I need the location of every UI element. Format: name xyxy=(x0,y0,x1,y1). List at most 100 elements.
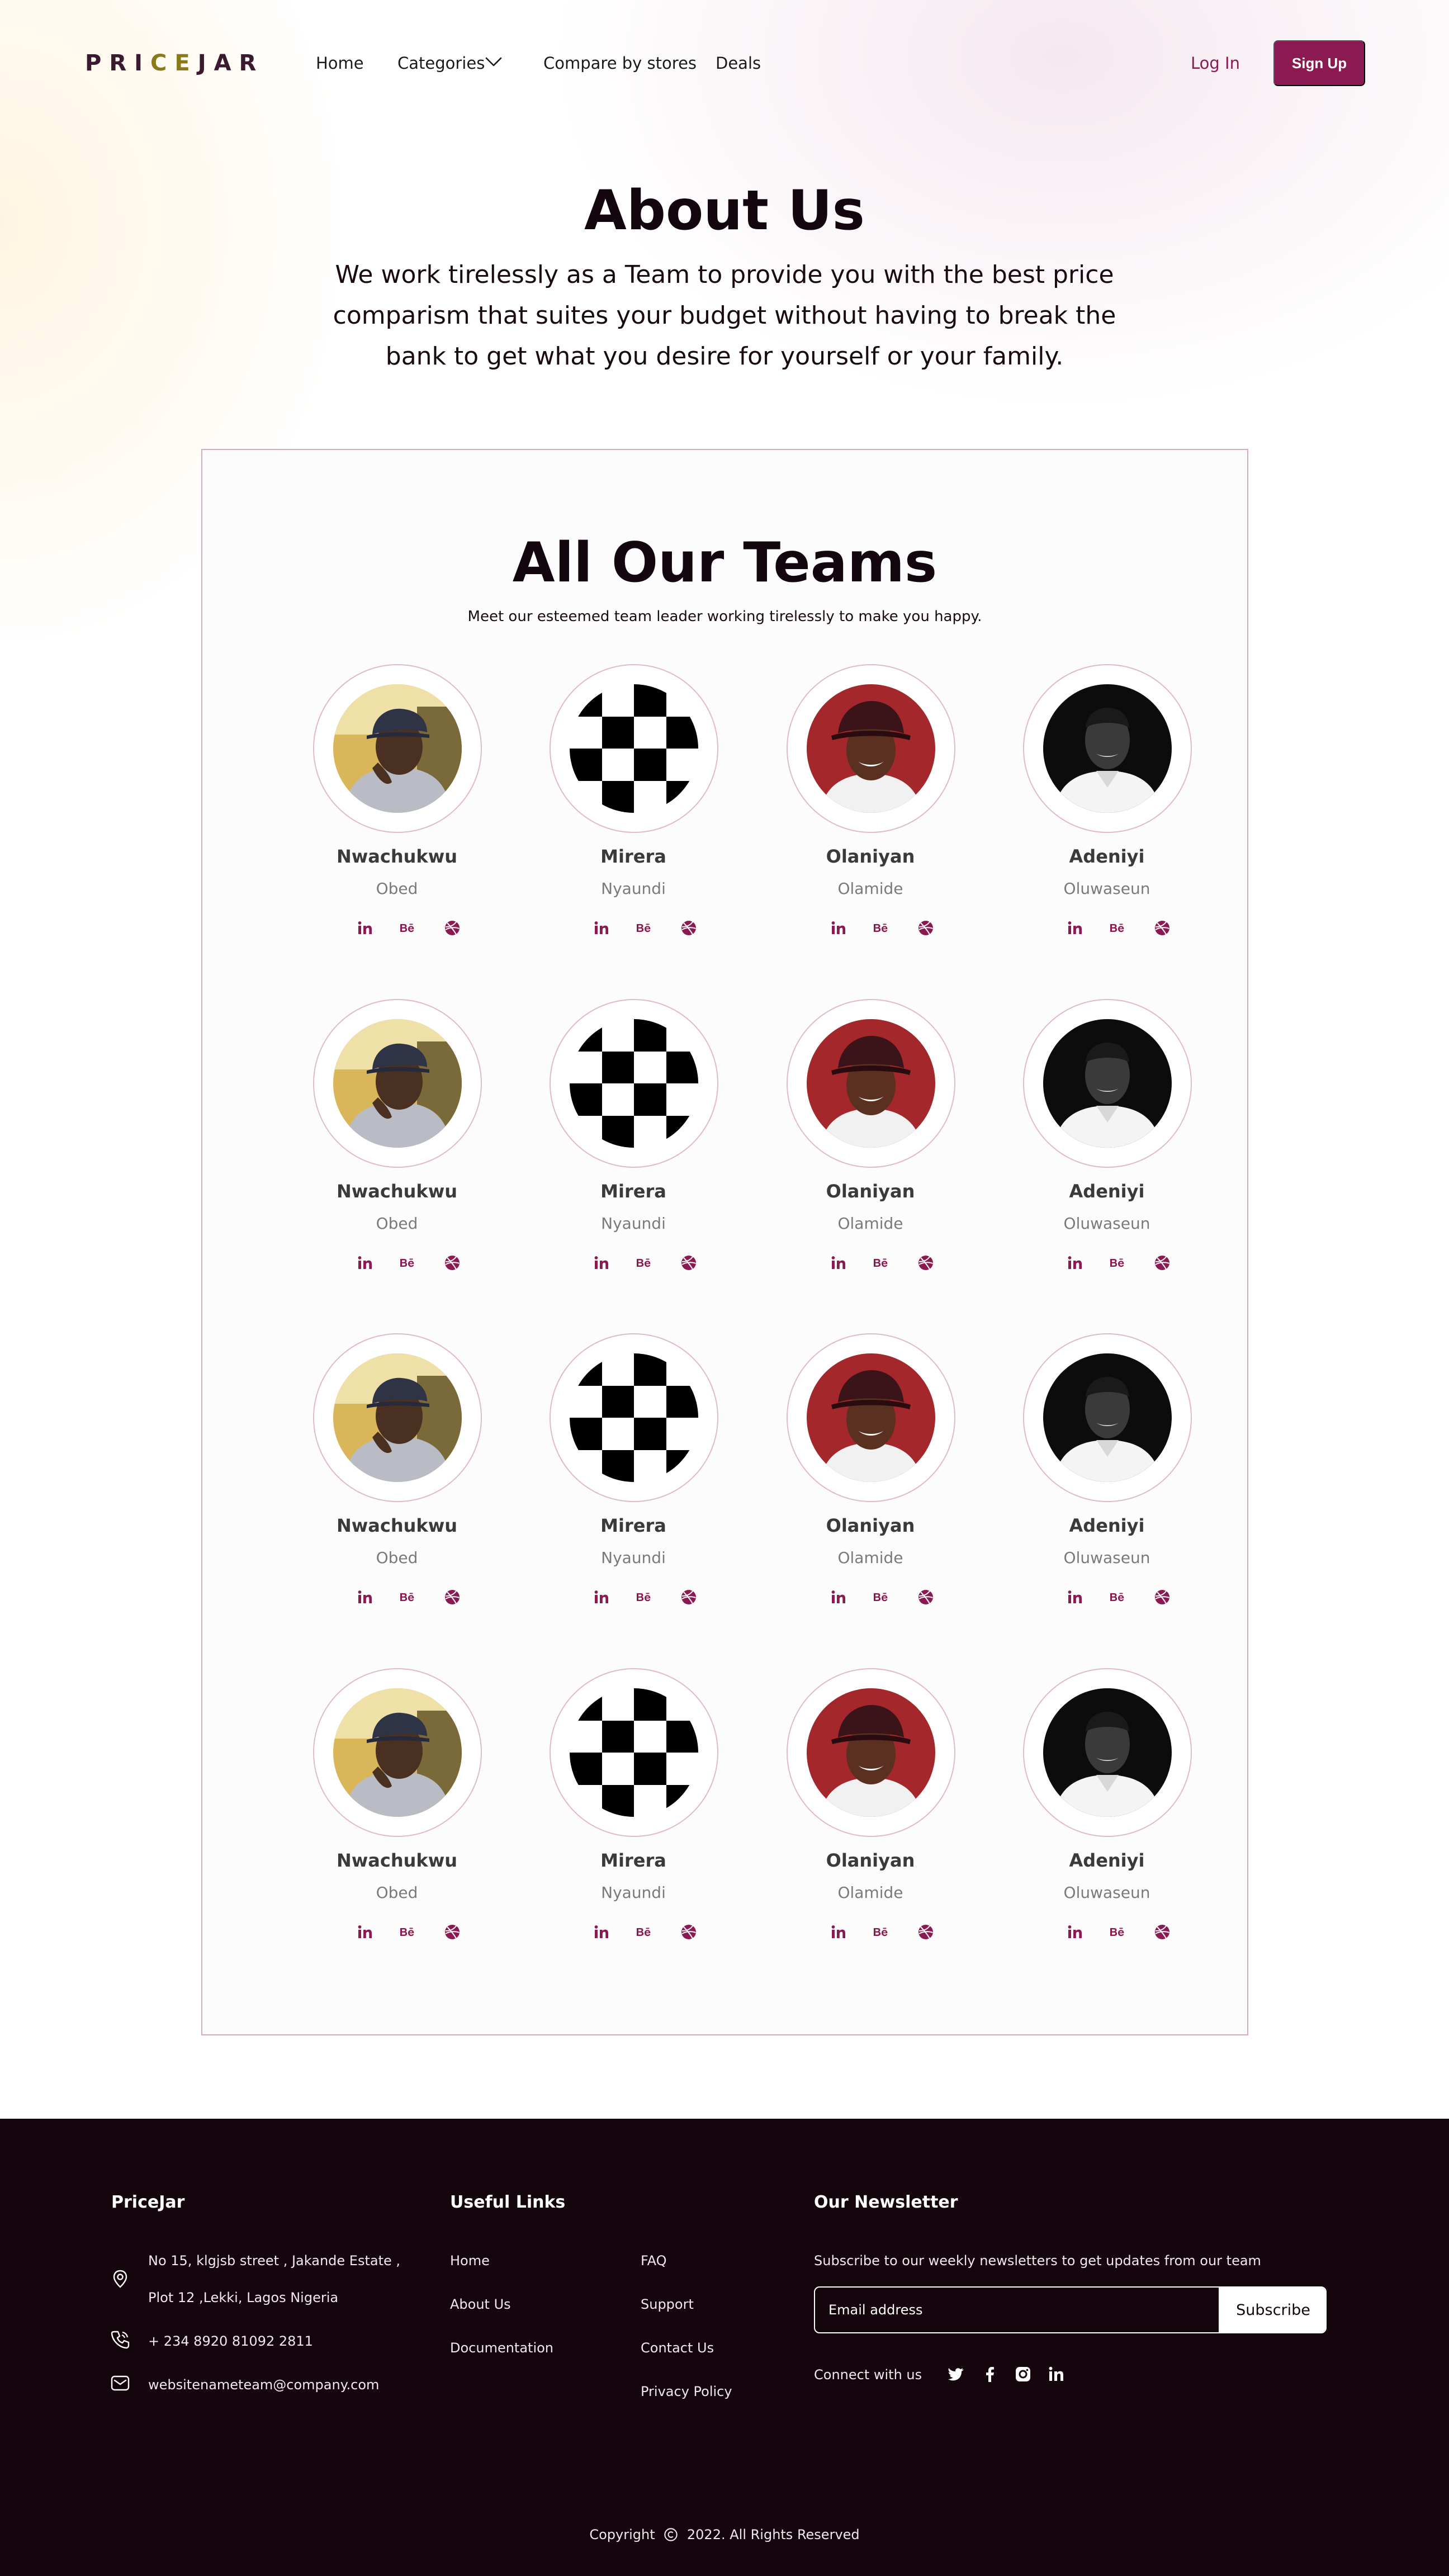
linkedin-icon[interactable] xyxy=(1066,918,1085,937)
footer-brand[interactable]: PriceJar xyxy=(111,2193,184,2212)
copyright-label: Copyright xyxy=(589,2527,655,2542)
team-member-last-name: Olamide xyxy=(837,879,903,898)
linkedin-icon[interactable] xyxy=(592,918,611,937)
signup-button[interactable]: Sign Up xyxy=(1273,40,1365,86)
dribbble-icon[interactable] xyxy=(1153,1588,1172,1607)
team-member-first-name: Mirera xyxy=(600,1850,666,1871)
behance-icon[interactable] xyxy=(872,1922,891,1942)
linkedin-icon[interactable] xyxy=(829,1922,848,1942)
linkedin-icon[interactable] xyxy=(592,1253,611,1272)
behance-icon[interactable] xyxy=(635,918,654,937)
dribbble-icon[interactable] xyxy=(679,1588,698,1607)
dribbble-icon[interactable] xyxy=(916,1588,935,1607)
linkedin-icon[interactable] xyxy=(1066,1588,1085,1607)
footer-email[interactable]: websitenameteam@company.com xyxy=(148,2377,379,2393)
dribbble-icon[interactable] xyxy=(443,1588,462,1607)
instagram-icon[interactable] xyxy=(1014,2365,1033,2384)
behance-icon[interactable] xyxy=(635,1588,654,1607)
behance-icon[interactable] xyxy=(872,1253,891,1272)
facebook-icon[interactable] xyxy=(981,2365,1000,2384)
footer-link-faq[interactable]: FAQ xyxy=(641,2253,667,2269)
nav-compare-by-stores-link[interactable]: Compare by stores xyxy=(543,54,697,73)
dribbble-icon[interactable] xyxy=(443,918,462,937)
phone-icon xyxy=(110,2329,131,2350)
photo-hat xyxy=(807,1353,935,1482)
linkedin-icon[interactable] xyxy=(1066,1922,1085,1942)
subscribe-button[interactable]: Subscribe xyxy=(1219,2288,1325,2332)
footer-link-privacy-policy[interactable]: Privacy Policy xyxy=(641,2384,732,2399)
linkedin-icon[interactable] xyxy=(356,918,375,937)
pricejar-logo[interactable]: PRICEJAR xyxy=(85,50,264,76)
location-pin-icon xyxy=(110,2269,131,2290)
behance-icon[interactable] xyxy=(872,1588,891,1607)
footer-link-about-us[interactable]: About Us xyxy=(450,2296,511,2312)
dribbble-icon[interactable] xyxy=(916,918,935,937)
footer-phone[interactable]: + 234 8920 81092 2811 xyxy=(148,2333,313,2349)
photo-checker xyxy=(570,1688,698,1817)
dribbble-icon[interactable] xyxy=(443,1253,462,1272)
linkedin-icon[interactable] xyxy=(356,1588,375,1607)
team-member-socials xyxy=(759,918,982,941)
nav-categories-link[interactable]: Categories xyxy=(397,54,485,73)
linkedin-icon[interactable] xyxy=(592,1922,611,1942)
dribbble-icon[interactable] xyxy=(679,1922,698,1942)
linkedin-icon[interactable] xyxy=(592,1588,611,1607)
nav-deals-link[interactable]: Deals xyxy=(716,54,761,73)
team-member-last-name: Oluwaseun xyxy=(1063,879,1150,898)
behance-icon[interactable] xyxy=(1109,1253,1128,1272)
team-member-card: Nwachukwu Obed xyxy=(285,1668,509,1959)
behance-icon[interactable] xyxy=(399,918,418,937)
avatar xyxy=(550,1333,718,1502)
behance-icon[interactable] xyxy=(872,918,891,937)
nav-home-link[interactable]: Home xyxy=(316,54,364,73)
twitter-icon[interactable] xyxy=(946,2365,965,2384)
behance-icon[interactable] xyxy=(1109,1922,1128,1942)
linkedin-icon[interactable] xyxy=(829,1253,848,1272)
avatar xyxy=(550,664,718,833)
behance-icon[interactable] xyxy=(399,1922,418,1942)
footer-link-home[interactable]: Home xyxy=(450,2253,490,2269)
team-member-card: Adeniyi Oluwaseun xyxy=(995,999,1219,1290)
photo-bw xyxy=(1043,1353,1172,1482)
team-member-last-name: Olamide xyxy=(837,1549,903,1567)
dribbble-icon[interactable] xyxy=(679,918,698,937)
linkedin-icon[interactable] xyxy=(829,918,848,937)
behance-icon[interactable] xyxy=(635,1253,654,1272)
linkedin-icon[interactable] xyxy=(1066,1253,1085,1272)
avatar xyxy=(313,664,482,833)
behance-icon[interactable] xyxy=(635,1922,654,1942)
team-member-last-name: Oluwaseun xyxy=(1063,1549,1150,1567)
dribbble-icon[interactable] xyxy=(1153,918,1172,937)
avatar xyxy=(787,1668,955,1837)
footer-link-documentation[interactable]: Documentation xyxy=(450,2340,553,2356)
dribbble-icon[interactable] xyxy=(1153,1922,1172,1942)
dribbble-icon[interactable] xyxy=(916,1922,935,1942)
dribbble-icon[interactable] xyxy=(1153,1253,1172,1272)
behance-icon[interactable] xyxy=(1109,1588,1128,1607)
linkedin-icon[interactable] xyxy=(1046,2365,1066,2384)
team-member-last-name: Oluwaseun xyxy=(1063,1214,1150,1233)
team-member-socials xyxy=(522,1922,745,1945)
footer-link-contact-us[interactable]: Contact Us xyxy=(641,2340,714,2356)
login-link[interactable]: Log In xyxy=(1191,54,1240,73)
chevron-down-icon[interactable] xyxy=(484,54,503,70)
behance-icon[interactable] xyxy=(399,1588,418,1607)
footer-link-support[interactable]: Support xyxy=(641,2296,694,2312)
newsletter-email-input[interactable] xyxy=(815,2288,1219,2332)
team-member-first-name: Mirera xyxy=(600,846,666,867)
team-member-last-name: Obed xyxy=(376,1549,418,1567)
team-member-socials xyxy=(522,1588,745,1610)
dribbble-icon[interactable] xyxy=(443,1922,462,1942)
dribbble-icon[interactable] xyxy=(916,1253,935,1272)
photo-hat xyxy=(807,1019,935,1148)
team-member-card: Mirera Nyaundi xyxy=(522,1333,745,1624)
linkedin-icon[interactable] xyxy=(356,1922,375,1942)
team-member-last-name: Nyaundi xyxy=(601,1214,666,1233)
linkedin-icon[interactable] xyxy=(356,1253,375,1272)
team-member-last-name: Obed xyxy=(376,1883,418,1902)
dribbble-icon[interactable] xyxy=(679,1253,698,1272)
behance-icon[interactable] xyxy=(399,1253,418,1272)
behance-icon[interactable] xyxy=(1109,918,1128,937)
linkedin-icon[interactable] xyxy=(829,1588,848,1607)
footer-address-line2: Plot 12 ,Lekki, Lagos Nigeria xyxy=(148,2290,339,2305)
